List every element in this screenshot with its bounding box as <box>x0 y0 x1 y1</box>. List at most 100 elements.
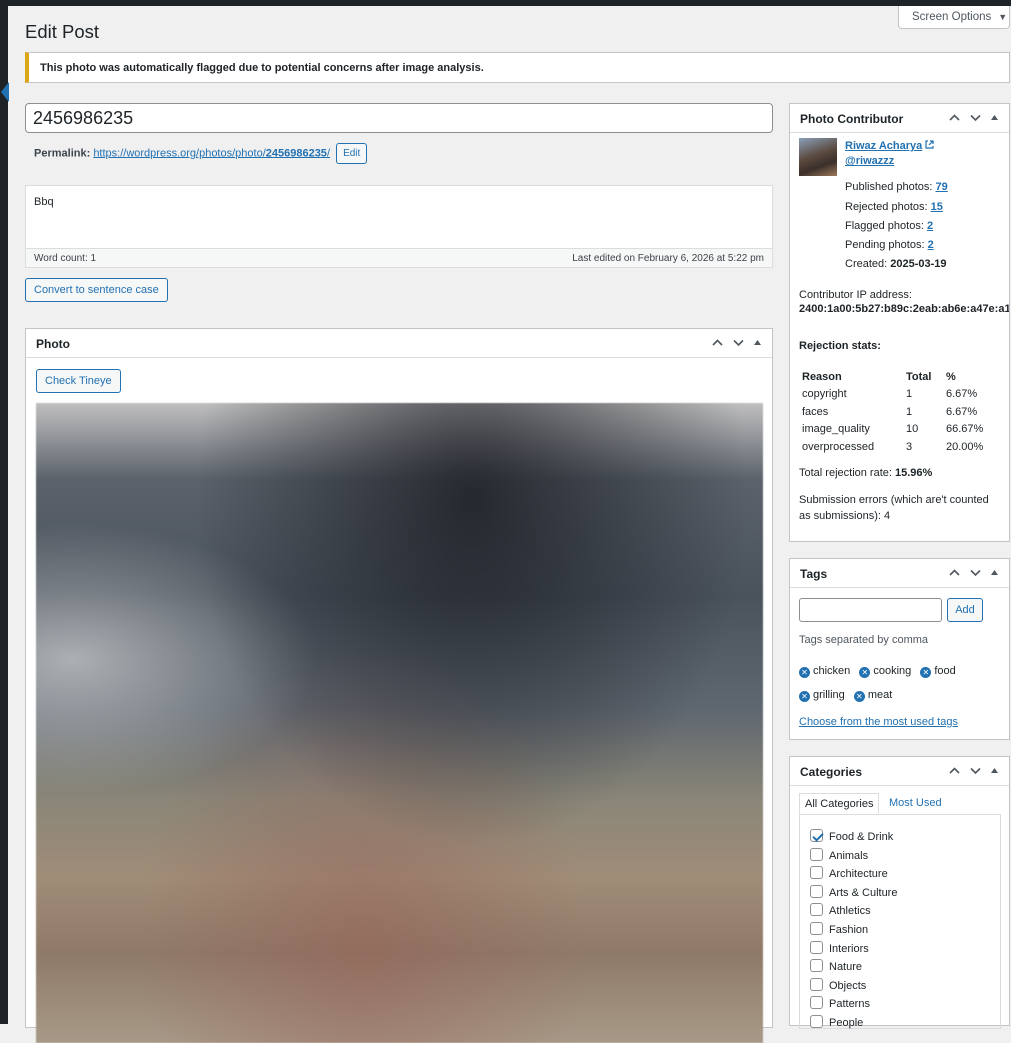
check-tineye-button[interactable]: Check Tineye <box>36 369 121 393</box>
remove-tag-icon[interactable]: ✕ <box>799 667 810 678</box>
remove-tag-icon[interactable]: ✕ <box>920 667 932 678</box>
category-item[interactable]: Athletics <box>810 903 871 917</box>
category-checkbox[interactable] <box>810 885 823 898</box>
permalink-link[interactable]: https://wordpress.org/photos/photo/24569… <box>93 147 330 159</box>
category-item[interactable]: People <box>810 1015 863 1029</box>
stat-rejected: Rejected photos: 15 <box>845 201 948 220</box>
category-label: Animals <box>829 850 869 862</box>
admin-bar <box>0 0 1011 6</box>
chevron-down-icon[interactable] <box>969 764 982 777</box>
external-link-icon <box>925 140 934 152</box>
category-item[interactable]: Objects <box>810 978 866 992</box>
category-checkbox[interactable] <box>810 1015 823 1028</box>
post-content-text[interactable]: Bbq <box>26 186 772 208</box>
screen-options-button[interactable]: Screen Options ▼ <box>898 6 1010 29</box>
category-checkbox[interactable] <box>810 866 823 879</box>
table-cell: 1 <box>906 387 913 400</box>
category-checkbox[interactable] <box>810 996 823 1009</box>
tag-item: ✕ cooking <box>859 659 911 683</box>
chevron-up-icon[interactable] <box>711 336 724 349</box>
table-cell: 6.67% <box>946 405 978 418</box>
post-content-editor[interactable]: Bbq Word count: 1 Last edited on Februar… <box>25 185 773 268</box>
most-used-tags-link[interactable]: Choose from the most used tags <box>799 716 958 728</box>
table-cell: 66.67% <box>946 423 984 436</box>
stat-created: Created: 2025-03-19 <box>845 258 948 277</box>
rejection-stats-table: Reason Total % copyright 1 6.67% faces 1… <box>799 368 986 456</box>
table-cell: 6.67% <box>946 387 978 400</box>
toggle-triangle-icon[interactable] <box>753 336 766 349</box>
chevron-up-icon[interactable] <box>948 566 961 579</box>
category-checkbox[interactable] <box>810 848 823 861</box>
edit-permalink-button[interactable]: Edit <box>336 143 368 164</box>
remove-tag-icon[interactable]: ✕ <box>859 667 871 678</box>
category-item[interactable]: Architecture <box>810 866 888 880</box>
stat-flagged: Flagged photos: 2 <box>845 220 948 239</box>
table-cell: 3 <box>906 440 913 453</box>
remove-tag-icon[interactable]: ✕ <box>853 691 865 702</box>
table-row: copyright 1 6.67% <box>799 385 986 403</box>
stat-published-link[interactable]: 79 <box>936 181 948 193</box>
photo-metabox-title: Photo <box>36 337 70 351</box>
stat-published: Published photos: 79 <box>845 181 948 200</box>
chevron-down-icon[interactable] <box>969 566 982 579</box>
category-checkbox[interactable] <box>810 941 823 954</box>
remove-tag-icon[interactable]: ✕ <box>799 691 810 702</box>
category-checkbox[interactable] <box>810 978 823 991</box>
contributor-avatar[interactable] <box>799 138 837 176</box>
tab-most-used[interactable]: Most Used <box>884 793 947 814</box>
toggle-triangle-icon[interactable] <box>990 566 1003 579</box>
tags-metabox-header: Tags <box>790 559 1009 588</box>
convert-sentence-case-button[interactable]: Convert to sentence case <box>25 278 168 302</box>
categories-metabox-header: Categories <box>790 757 1009 786</box>
ip-value: 2400:1a00:5b27:b89c:2eab:ab6e:a47e:a1 <box>799 303 1010 315</box>
permalink: Permalink: https://wordpress.org/photos/… <box>34 143 368 164</box>
stat-flagged-link[interactable]: 2 <box>927 220 933 232</box>
column-header: % <box>946 370 956 383</box>
category-label: Objects <box>829 980 867 992</box>
category-checkbox[interactable] <box>810 959 823 972</box>
category-checkbox[interactable] <box>810 829 823 842</box>
rejection-rate-label: Total rejection rate: <box>799 467 895 479</box>
contributor-metabox-controls <box>948 111 1003 124</box>
permalink-label: Permalink: <box>34 147 91 160</box>
category-label: Interiors <box>829 943 869 955</box>
category-item[interactable]: Interiors <box>810 941 869 955</box>
tab-all-categories[interactable]: All Categories <box>799 793 880 814</box>
tag-list: ✕ chicken ✕ cooking ✕ food ✕ grilling ✕ meat <box>799 659 1004 707</box>
column-header: Reason <box>802 370 842 383</box>
category-item[interactable]: Food & Drink <box>810 829 893 843</box>
chevron-down-icon[interactable] <box>732 336 745 349</box>
chevron-up-icon[interactable] <box>948 111 961 124</box>
category-item[interactable]: Patterns <box>810 996 870 1010</box>
contributor-info: Riwaz Acharya @riwazzz Published photos:… <box>845 140 948 278</box>
submission-errors: Submission errors (which are't counted a… <box>799 494 989 522</box>
stat-rejected-link[interactable]: 15 <box>931 201 943 213</box>
tags-metabox-title: Tags <box>800 567 828 581</box>
toggle-triangle-icon[interactable] <box>990 111 1003 124</box>
category-checkbox[interactable] <box>810 922 823 935</box>
chevron-up-icon[interactable] <box>948 764 961 777</box>
category-item[interactable]: Arts & Culture <box>810 885 897 899</box>
rejection-rate-value: 15.96% <box>895 467 933 479</box>
category-item[interactable]: Nature <box>810 959 862 973</box>
table-cell: 20.00% <box>946 440 984 453</box>
contributor-name-link[interactable]: Riwaz Acharya <box>845 140 922 152</box>
category-label: Food & Drink <box>829 831 894 843</box>
admin-sidebar <box>0 0 8 1024</box>
photo-metabox-controls <box>711 336 766 349</box>
add-tag-button[interactable]: Add <box>947 598 983 622</box>
chevron-down-icon[interactable] <box>969 111 982 124</box>
flag-notice: This photo was automatically flagged due… <box>25 52 1010 83</box>
page-title: Edit Post <box>25 21 100 42</box>
active-menu-indicator <box>0 82 9 102</box>
toggle-triangle-icon[interactable] <box>990 764 1003 777</box>
contributor-handle-link[interactable]: @riwazzz <box>845 155 894 167</box>
post-title-input[interactable]: 2456986235 <box>25 103 773 133</box>
table-header-row: Reason Total % <box>799 368 986 385</box>
caret-down-icon: ▼ <box>998 12 1008 22</box>
category-item[interactable]: Animals <box>810 848 868 862</box>
stat-pending-link[interactable]: 2 <box>928 239 934 251</box>
category-item[interactable]: Fashion <box>810 922 868 936</box>
new-tag-input[interactable] <box>799 598 942 622</box>
category-checkbox[interactable] <box>810 903 823 916</box>
